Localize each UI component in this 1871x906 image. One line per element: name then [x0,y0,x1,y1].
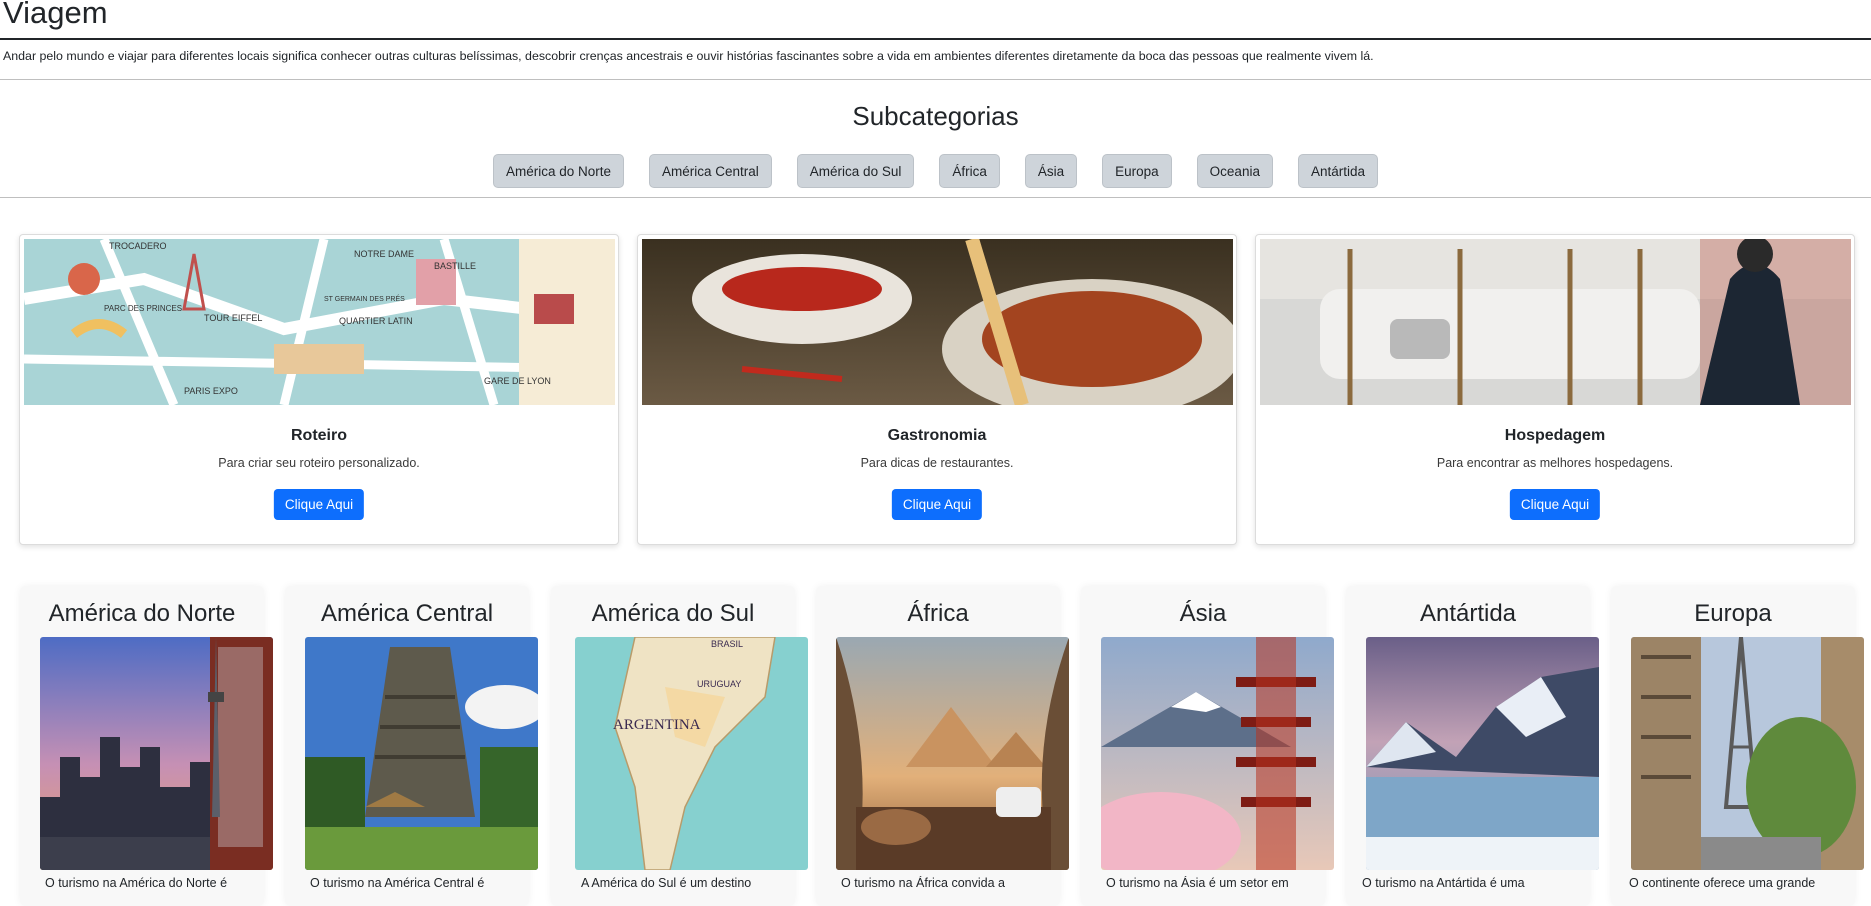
region-card-antartida: Antártida O turismo na Antártida é uma [1346,586,1599,906]
map-label-uruguay: URUGUAY [697,679,741,689]
card-title: Gastronomia [887,427,987,444]
region-title: África [907,600,969,627]
region-text: O turismo na Ásia é um setor em [1106,876,1289,890]
region-text: O turismo na América Central é [310,876,485,890]
chip-america-central[interactable]: América Central [649,154,772,188]
map-label-quartier-latin: QUARTIER LATIN [339,316,413,326]
region-card-africa: África O turismo na África convida a [816,586,1069,906]
card-text: Para criar seu roteiro personalizado. [218,456,420,470]
clique-aqui-button[interactable]: Clique Aqui [891,489,983,520]
region-title: Ásia [1179,600,1227,627]
card-hospedagem: Hospedagem Para encontrar as melhores ho… [1255,234,1855,545]
map-label-paris-expo: PARIS EXPO [184,386,238,396]
clique-aqui-button[interactable]: Clique Aqui [273,489,365,520]
region-text: O turismo na América do Norte é [45,876,228,890]
paris-map-image: TROCADERO NOTRE DAME BASTILLE PARC DES P… [24,239,615,405]
page-title: Viagem [3,0,108,30]
chip-asia[interactable]: Ásia [1024,154,1078,188]
card-title: Roteiro [291,427,347,444]
chip-africa[interactable]: África [939,154,1000,188]
clique-aqui-button[interactable]: Clique Aqui [1509,489,1601,520]
map-label-bastille: BASTILLE [434,261,476,271]
map-label-argentina: ARGENTINA [613,717,701,733]
south-america-map-image: ARGENTINA BRASIL URUGUAY [575,637,808,870]
region-card-europa: Europa O continente oferece uma grande [1611,586,1864,906]
region-text: O turismo na Antártida é uma [1362,876,1525,890]
map-label-tour-eiffel: TOUR EIFFEL [204,313,262,323]
card-gastronomia: Gastronomia Para dicas de restaurantes. … [637,234,1237,545]
region-title: América do Norte [48,600,236,627]
divider [0,79,1871,80]
region-card-america-do-sul: América do Sul ARGENTINA BRASIL URUGUAY … [551,586,808,906]
region-card-america-do-norte: América do Norte O turismo na América do… [20,586,273,906]
card-text: Para dicas de restaurantes. [860,456,1014,470]
chip-oceania[interactable]: Oceania [1196,154,1273,188]
intro-text: Andar pelo mundo e viajar para diferente… [3,49,1374,63]
map-label-gare-de-lyon: GARE DE LYON [484,376,551,386]
mayan-pyramid-image [305,637,538,870]
region-title: América Central [320,600,494,627]
chip-america-do-sul[interactable]: América do Sul [796,154,915,188]
map-label-brasil: BRASIL [711,639,743,649]
pasta-dish-image [642,239,1233,405]
region-text: A América do Sul é um destino [581,876,752,890]
antarctica-image [1366,637,1599,870]
region-card-america-central: América Central O turismo na América Cen… [285,586,538,906]
region-text: O continente oferece uma grande [1629,876,1816,890]
title-underline [0,38,1871,40]
region-title: Antártida [1419,600,1517,627]
mount-fuji-pagoda-image [1101,637,1334,870]
card-roteiro: TROCADERO NOTRE DAME BASTILLE PARC DES P… [19,234,619,545]
map-label-parc-des-princes: PARC DES PRINCES [104,304,182,313]
chip-antartida[interactable]: Antártida [1297,154,1379,188]
card-title: Hospedagem [1504,427,1606,444]
map-label-trocadero: TROCADERO [109,241,167,251]
region-text: O turismo na África convida a [841,876,1005,890]
map-label-notre-dame: NOTRE DAME [354,249,414,259]
card-text: Para encontrar as melhores hospedagens. [1436,456,1674,470]
eiffel-tower-street-image [1631,637,1864,870]
divider [0,197,1871,198]
chip-europa[interactable]: Europa [1102,154,1172,188]
region-title: América do Sul [591,600,755,627]
region-card-asia: Ásia O turismo na Ásia é um setor em [1081,586,1334,906]
hotel-lobby-image [1260,239,1851,405]
pyramids-tent-image [836,637,1069,870]
region-title: Europa [1694,600,1772,627]
subcategory-chips: América do Norte América Central América… [0,154,1871,188]
subcategories-title: Subcategorias [852,101,1019,131]
map-label-st-germain: ST GERMAIN DES PRÉS [324,294,405,303]
toronto-skyline-image [40,637,273,870]
chip-america-do-norte[interactable]: América do Norte [492,154,625,188]
